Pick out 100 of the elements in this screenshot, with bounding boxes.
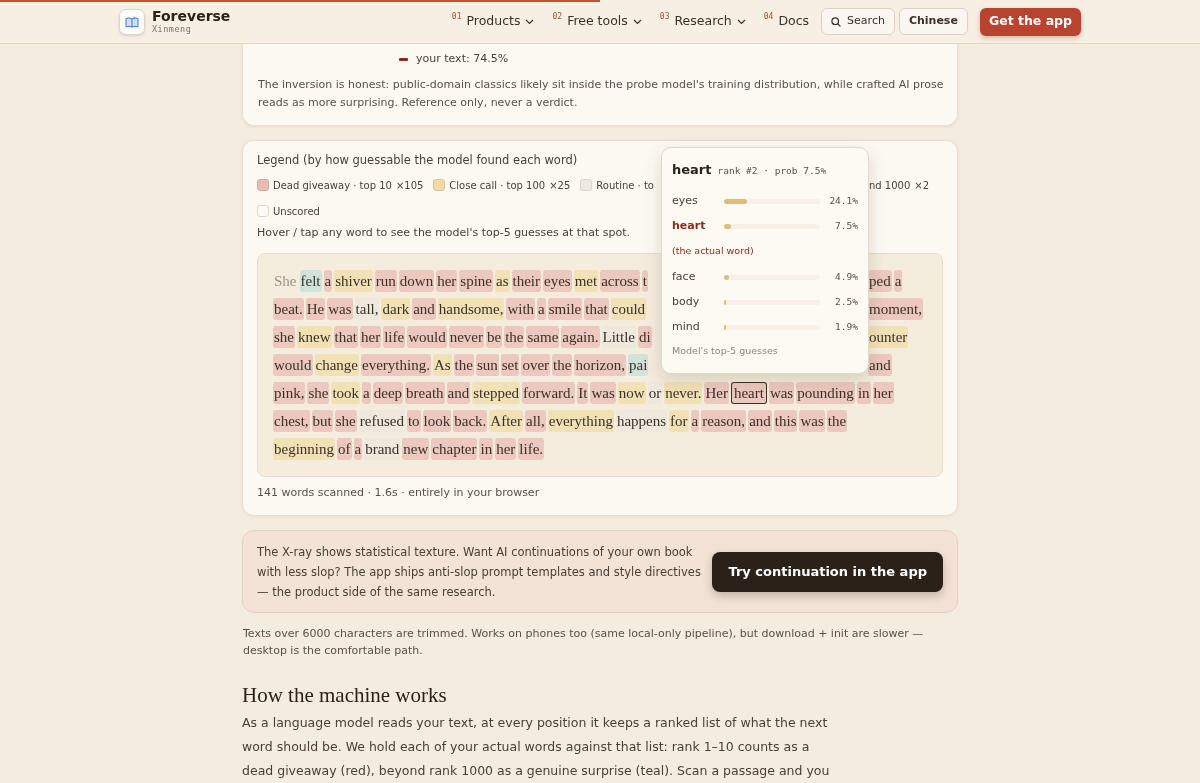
passage-word[interactable]: down [398,270,435,292]
search-button[interactable]: Search [821,8,895,35]
passage-word[interactable]: ped [868,270,892,292]
passage-word[interactable]: handsome, [437,298,505,320]
passage-word[interactable]: a [323,270,333,292]
passage-word[interactable]: t [641,270,648,292]
passage-word[interactable]: breath [405,382,445,404]
passage-word[interactable]: was [327,298,353,320]
passage-word[interactable]: shiver [334,270,373,292]
passage-word[interactable]: ounter [868,326,909,348]
passage-word[interactable]: this [773,410,798,432]
passage-word[interactable]: over [521,354,551,376]
passage-word[interactable]: reason, [701,410,747,432]
passage-word[interactable]: the [552,354,573,376]
passage-word[interactable]: all, [525,410,546,432]
passage-word[interactable]: beginning [273,438,335,460]
passage-word[interactable]: smile [547,298,583,320]
passage-word[interactable]: same [526,326,560,348]
passage-word[interactable]: set [500,354,520,376]
passage-word[interactable]: met [573,270,599,292]
passage-word[interactable]: change [314,354,359,376]
passage-word[interactable]: and [446,382,471,404]
passage-word[interactable]: in [479,438,494,460]
passage-word[interactable]: tall, [354,298,380,320]
passage-word[interactable]: was [590,382,616,404]
passage-word[interactable]: of [337,438,352,460]
passage-word[interactable]: everything. [361,354,431,376]
passage-word[interactable]: their [511,270,541,292]
passage-word[interactable]: that [333,326,358,348]
passage-word[interactable]: never. [664,382,703,404]
passage-word[interactable]: with [506,298,536,320]
passage-word[interactable]: chapter [431,438,478,460]
passage-word[interactable]: new [402,438,430,460]
passage-word[interactable]: a [353,438,363,460]
passage-word[interactable]: would [407,326,447,348]
passage-word[interactable]: As [432,354,452,376]
passage-word[interactable]: beat. [273,298,304,320]
passage-word[interactable]: she [334,410,357,432]
passage-word[interactable]: run [374,270,397,292]
passage-word[interactable]: spine [459,270,493,292]
passage-word[interactable]: look [422,410,452,432]
passage-word[interactable]: she [307,382,330,404]
nav-link[interactable]: $^{03}$ Research [659,12,746,31]
passage-word[interactable]: It [577,382,589,404]
passage-word[interactable]: her [872,382,894,404]
passage-word[interactable]: a [362,382,371,404]
passage-word[interactable]: would [273,354,313,376]
passage-word[interactable]: dark [381,298,411,320]
passage-word[interactable]: to [406,410,421,432]
language-button[interactable]: Chinese [898,8,968,35]
passage-word[interactable]: chest, [273,410,310,432]
try-continuation-button[interactable]: Try continuation in the app [712,551,943,592]
passage-word[interactable]: and [868,354,892,376]
passage-word[interactable]: happens [615,410,668,432]
passage-word[interactable]: the [453,354,474,376]
passage-word[interactable]: life. [518,438,545,460]
passage-word[interactable]: knew [297,326,332,348]
passage-word[interactable]: her [436,270,458,292]
nav-link[interactable]: $^{04}$ Docs [763,12,810,31]
passage-word[interactable]: was [799,410,825,432]
get-app-button[interactable]: Get the app [979,7,1081,36]
passage-word[interactable]: could [610,298,647,320]
passage-word[interactable]: pai [627,354,649,376]
passage-word[interactable]: felt [299,270,322,292]
passage-word[interactable]: in [856,382,871,404]
passage-word[interactable]: her [360,326,382,348]
passage-word[interactable]: deep [372,382,404,404]
passage-word[interactable]: a [893,270,903,292]
passage-word[interactable]: back. [453,410,488,432]
passage-word[interactable]: sun [475,354,499,376]
passage-word[interactable]: and [748,410,772,432]
passage-word[interactable]: be [485,326,503,348]
nav-link[interactable]: $^{01}$ Products [451,12,535,31]
passage-word[interactable]: pounding [796,382,855,404]
passage-word[interactable]: or [647,382,663,404]
passage-word[interactable]: Little [601,326,637,348]
passage-word[interactable]: that [584,298,609,320]
passage-word[interactable]: again. [561,326,600,348]
passage-word[interactable]: was [768,382,795,404]
passage-word[interactable]: horizon, [574,354,626,376]
passage-word[interactable]: He [305,298,326,320]
passage-word[interactable]: a [537,298,546,320]
passage-word[interactable]: but [311,410,333,432]
passage-word[interactable]: Her [704,382,729,404]
passage-word[interactable]: now [617,382,646,404]
passage-word[interactable]: across [600,270,640,292]
passage-word[interactable]: pink, [273,382,306,404]
passage-word[interactable]: as [495,270,510,292]
passage-word[interactable]: moment, [868,298,923,320]
passage-word[interactable]: forward. [522,382,576,404]
passage-word[interactable]: di [638,326,652,348]
passage-word[interactable]: the [504,326,525,348]
passage-word[interactable]: stepped [472,382,521,404]
passage-word[interactable]: for [669,410,689,432]
passage-word[interactable]: refused [358,410,405,432]
passage-word[interactable]: her [495,438,517,460]
passage-word[interactable]: the [826,410,848,432]
passage-word[interactable]: brand [364,438,401,460]
passage-word[interactable]: life [383,326,406,348]
passage-word[interactable]: and [412,298,436,320]
